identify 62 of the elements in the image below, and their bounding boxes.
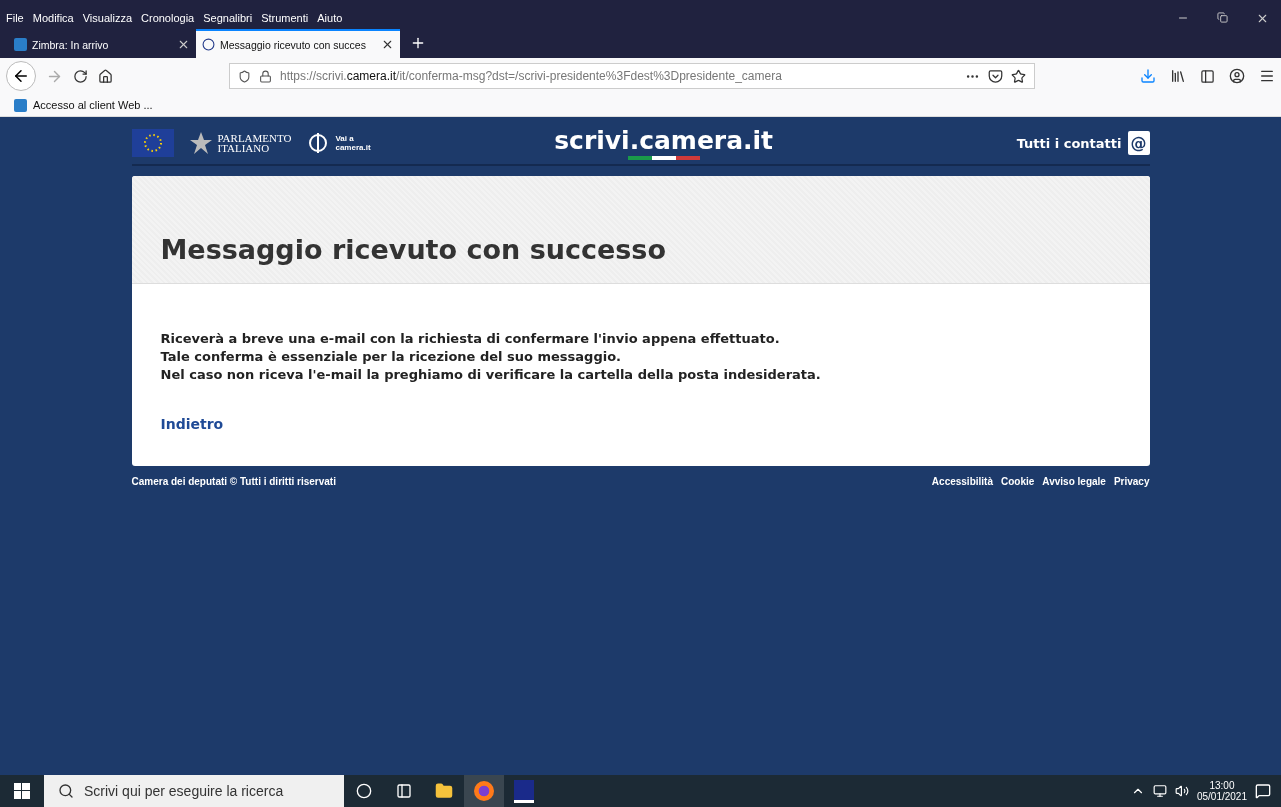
site-title: scrivi.camera.it (554, 126, 774, 156)
address-book-icon[interactable]: @ (1127, 131, 1150, 155)
contacts-link[interactable]: Tutti i contatti (1016, 135, 1122, 151)
menu-item[interactable]: Modifica (32, 12, 74, 24)
search-field[interactable]: Scrivi qui per eseguire la ricerca (44, 775, 344, 807)
network-icon[interactable] (1152, 784, 1167, 798)
footer-link[interactable]: Privacy (1113, 476, 1150, 487)
reload-icon[interactable] (73, 68, 88, 84)
site-logo-icon (202, 38, 215, 51)
menu-item[interactable]: Segnalibri (203, 12, 253, 24)
account-icon[interactable] (1229, 68, 1245, 84)
footer-link[interactable]: Avviso legale (1042, 476, 1106, 487)
notification-icon[interactable] (1255, 783, 1271, 799)
parliament-name: ITALIANO (217, 143, 271, 153)
back-button[interactable] (6, 61, 36, 91)
emblem-icon (189, 131, 212, 155)
lock-icon (259, 69, 272, 83)
camera-link[interactable]: camera.it (335, 143, 371, 152)
browser-tab[interactable]: Zimbra: In arrivo (8, 29, 196, 58)
page-title: Messaggio ricevuto con successo (160, 234, 666, 265)
restore-icon[interactable] (1217, 11, 1228, 23)
camera-link[interactable]: Vai a (335, 134, 371, 143)
menu-item[interactable]: Visualizza (82, 12, 133, 24)
message-text: Tale conferma è essenziale per la ricezione del suo messaggio. (160, 348, 623, 366)
back-link[interactable]: Indietro (160, 416, 224, 432)
site-logo-icon (307, 132, 330, 154)
close-icon[interactable] (381, 38, 394, 51)
circle-icon (356, 783, 372, 799)
footer-link[interactable]: Accessibilità (931, 476, 993, 487)
browser-button[interactable] (464, 775, 504, 807)
pocket-icon[interactable] (988, 68, 1003, 84)
home-icon[interactable] (98, 68, 113, 84)
windows-logo-icon (14, 783, 30, 799)
shield-icon (238, 69, 251, 83)
download-icon[interactable] (1140, 68, 1156, 84)
menu-item[interactable]: File (6, 12, 24, 24)
message-text: Nel caso non riceva l'e-mail la preghiamo di verificare la cartella della posta indesiderata. (160, 366, 822, 384)
search-icon (58, 783, 74, 799)
menu-item[interactable]: Cronologia (141, 12, 195, 24)
clock-date: 05/01/2021 (1196, 791, 1247, 802)
bookmark-link[interactable]: Accesso al client Web ... (33, 99, 153, 111)
task-view-icon (396, 783, 412, 799)
address-bar[interactable]: https://scrivi.camera.it/it/conferma-msg?dst=/scrivi-presidente%3Fdest%3Dpresidente_camera (229, 63, 1035, 89)
z-logo-icon (14, 98, 27, 112)
browser-tab[interactable]: Messaggio ricevuto con succes (196, 29, 400, 58)
eu-flag-icon (131, 129, 174, 157)
library-icon[interactable] (1170, 68, 1186, 84)
folder-icon (435, 782, 453, 800)
footer-link[interactable]: Cookie (1001, 476, 1035, 487)
clock-time: 13:00 (1209, 780, 1235, 791)
message-text: Riceverà a breve una e-mail con la richiesta di confermare l'invio appena effettuato. (160, 330, 781, 348)
menu-icon[interactable] (1259, 68, 1275, 84)
z-logo-icon (14, 38, 27, 51)
parliament-name: PARLAMENTO (217, 133, 292, 143)
copyright-text: Camera dei deputati © Tutti i diritti riservati (131, 476, 336, 487)
new-tab-icon[interactable] (410, 35, 426, 51)
close-icon[interactable] (177, 38, 190, 51)
volume-icon[interactable] (1174, 784, 1189, 798)
star-icon[interactable] (1011, 68, 1026, 84)
menu-item[interactable]: Aiuto (317, 12, 343, 24)
menu-item[interactable]: Strumenti (261, 12, 309, 24)
sidebar-icon[interactable] (1200, 68, 1215, 84)
